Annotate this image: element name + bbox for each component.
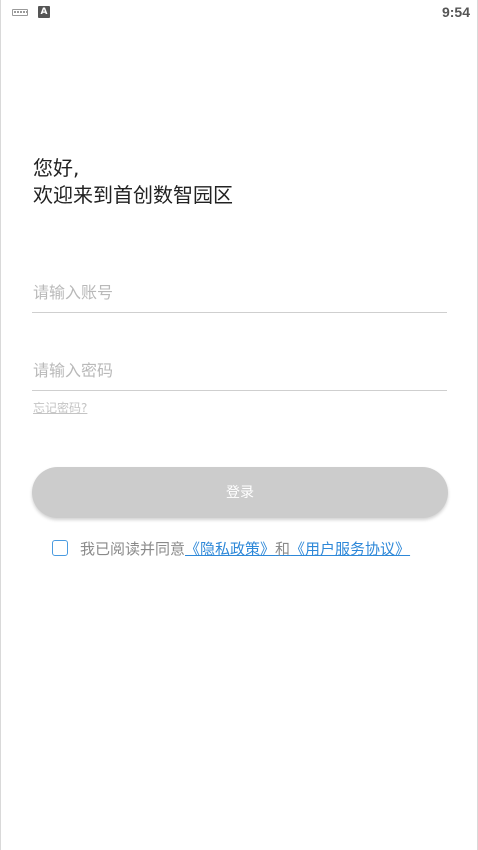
keyboard-icon bbox=[12, 9, 28, 16]
user-agreement-link[interactable]: 《用户服务协议》 bbox=[290, 538, 410, 559]
password-input[interactable] bbox=[32, 350, 448, 390]
forgot-password-link[interactable]: 忘记密码? bbox=[33, 399, 87, 416]
agreement-and: 和 bbox=[275, 539, 291, 558]
welcome-greeting: 您好, 欢迎来到首创数智园区 bbox=[33, 155, 233, 209]
greeting-line-2: 欢迎来到首创数智园区 bbox=[33, 183, 233, 207]
account-input[interactable] bbox=[32, 272, 448, 312]
password-field bbox=[32, 350, 448, 391]
greeting-line-1: 您好, bbox=[33, 156, 80, 180]
login-screen: A 9:54 您好, 欢迎来到首创数智园区 忘记密码? 登录 我已阅读并同意 《… bbox=[0, 0, 478, 850]
status-time: 9:54 bbox=[441, 4, 470, 20]
agreement-checkbox[interactable] bbox=[52, 540, 68, 556]
account-field bbox=[32, 272, 448, 313]
status-bar: A 9:54 bbox=[1, 0, 478, 26]
agreement-prefix: 我已阅读并同意 bbox=[80, 539, 186, 558]
a-notification-icon: A bbox=[38, 6, 50, 18]
privacy-policy-link[interactable]: 《隐私政策》 bbox=[185, 538, 275, 559]
agreement-row: 我已阅读并同意 《隐私政策》 和 《用户服务协议》 bbox=[52, 537, 410, 559]
login-button[interactable]: 登录 bbox=[32, 467, 448, 518]
